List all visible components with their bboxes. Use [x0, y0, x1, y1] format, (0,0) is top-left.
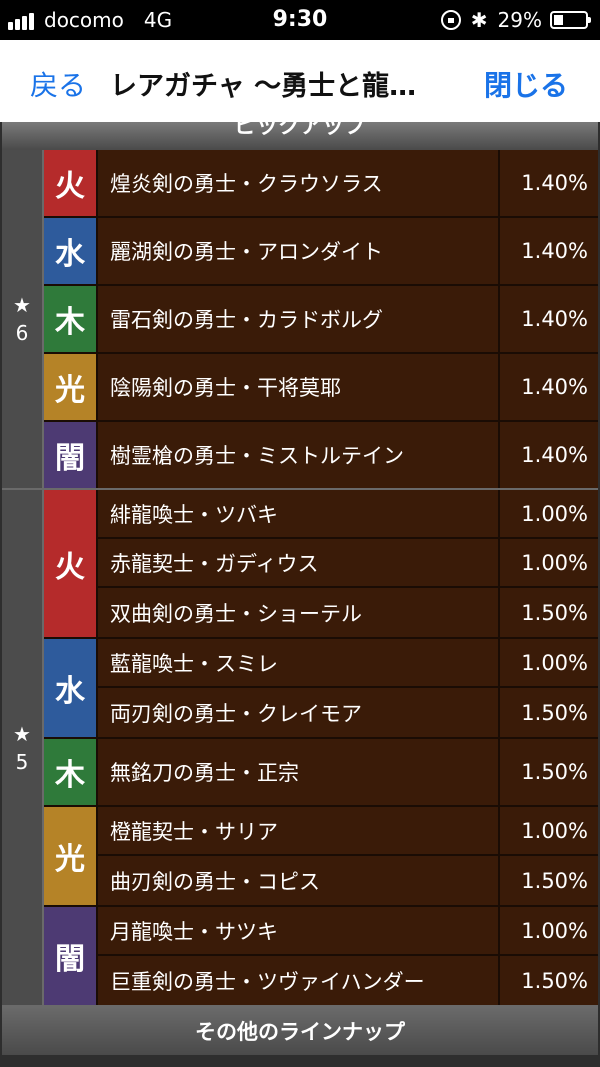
status-bar: docomo 4G 9:30 ✱ 29%	[0, 0, 600, 40]
monster-rows: 陰陽剣の勇士・干将莫耶 1.40%	[98, 354, 598, 420]
rarity-5-groups: 火緋龍喚士・ツバキ 1.00% 赤龍契士・ガディウス 1.00% 双曲剣の勇士・ショーテ…	[44, 490, 598, 1005]
monster-name: 樹霊槍の勇士・ミストルテイン	[98, 422, 500, 488]
element-badge-light: 光	[44, 807, 98, 905]
table-row[interactable]: 両刃剣の勇士・クレイモア 1.50%	[98, 688, 598, 737]
drop-rate: 1.00%	[521, 501, 588, 526]
table-row[interactable]: 雷石剣の勇士・カラドボルグ 1.40%	[98, 286, 598, 352]
page-title: レアガチャ 〜勇士と龍…	[110, 71, 417, 102]
drop-rate: 1.40%	[521, 375, 588, 399]
monster-name: 赤龍契士・ガディウス	[98, 539, 500, 586]
element-group-dark: 闇樹霊槍の勇士・ミストルテイン 1.40%	[44, 422, 598, 488]
element-group-light: 光陰陽剣の勇士・干将莫耶 1.40%	[44, 354, 598, 422]
element-group-fire: 火煌炎剣の勇士・クラウソラス 1.40%	[44, 150, 598, 218]
rarity-5-block: ★ 5 火緋龍喚士・ツバキ 1.00% 赤龍契士・ガディウス 1.00% 双曲剣の勇士・…	[2, 490, 598, 1007]
rotation-lock-icon	[440, 10, 461, 30]
monster-name: 巨重剣の勇士・ツヴァイハンダー	[98, 956, 500, 1005]
drop-rate: 1.00%	[521, 650, 588, 675]
drop-rate: 1.50%	[521, 600, 588, 625]
element-group-fire: 火緋龍喚士・ツバキ 1.00% 赤龍契士・ガディウス 1.00% 双曲剣の勇士・ショーテ…	[44, 490, 598, 639]
drop-rate: 1.40%	[521, 239, 588, 263]
monster-name: 陰陽剣の勇士・干将莫耶	[98, 354, 500, 420]
element-group-wood: 木雷石剣の勇士・カラドボルグ 1.40%	[44, 286, 598, 354]
element-badge-water: 水	[44, 218, 98, 284]
table-row[interactable]: 麗湖剣の勇士・アロンダイト 1.40%	[98, 218, 598, 284]
monster-name: 月龍喚士・サツキ	[98, 907, 500, 954]
table-row[interactable]: 無銘刀の勇士・正宗 1.50%	[98, 739, 598, 805]
drop-rate: 1.40%	[521, 443, 588, 467]
element-badge-fire: 火	[44, 150, 98, 216]
rarity-level: 6	[15, 321, 29, 345]
close-button[interactable]: 閉じる	[484, 64, 568, 104]
table-row[interactable]: 陰陽剣の勇士・干将莫耶 1.40%	[98, 354, 598, 420]
element-group-light: 光橙龍契士・サリア 1.00% 曲刃剣の勇士・コピス 1.50%	[44, 807, 598, 907]
drop-rate: 1.40%	[521, 171, 588, 195]
table-row[interactable]: 樹霊槍の勇士・ミストルテイン 1.40%	[98, 422, 598, 488]
monster-rows: 緋龍喚士・ツバキ 1.00% 赤龍契士・ガディウス 1.00% 双曲剣の勇士・ショーテル…	[98, 490, 598, 637]
back-button[interactable]: 戻る	[30, 64, 86, 104]
element-badge-wood: 木	[44, 286, 98, 352]
table-row[interactable]: 緋龍喚士・ツバキ 1.00%	[98, 490, 598, 539]
table-row[interactable]: 双曲剣の勇士・ショーテル 1.50%	[98, 588, 598, 637]
rarity-6-label: ★ 6	[2, 150, 44, 488]
monster-name: 麗湖剣の勇士・アロンダイト	[98, 218, 500, 284]
drop-rate: 1.50%	[521, 868, 588, 893]
drop-rate: 1.00%	[521, 918, 588, 943]
element-badge-fire: 火	[44, 490, 98, 637]
monster-name: 橙龍契士・サリア	[98, 807, 500, 854]
monster-name: 雷石剣の勇士・カラドボルグ	[98, 286, 500, 352]
rarity-star-icon: ★	[13, 721, 31, 746]
battery-icon	[550, 11, 591, 29]
drop-rate: 1.00%	[521, 550, 588, 575]
monster-name: 無銘刀の勇士・正宗	[98, 739, 500, 805]
table-row[interactable]: 曲刃剣の勇士・コピス 1.50%	[98, 856, 598, 905]
table-row[interactable]: 煌炎剣の勇士・クラウソラス 1.40%	[98, 150, 598, 216]
monster-name: 藍龍喚士・スミレ	[98, 639, 500, 686]
drop-rate: 1.50%	[521, 700, 588, 725]
battery-percent: 29%	[497, 8, 542, 32]
rarity-6-groups: 火煌炎剣の勇士・クラウソラス 1.40% 水麗湖剣の勇士・アロンダイト 1.40% 木雷…	[44, 150, 598, 488]
rarity-level: 5	[15, 749, 29, 774]
gacha-rate-content[interactable]: ピックアップ ★ 6 火煌炎剣の勇士・クラウソラス 1.40% 水麗湖剣の勇士・アロ…	[0, 122, 600, 1067]
bluetooth-icon: ✱	[470, 8, 488, 32]
table-row[interactable]: 藍龍喚士・スミレ 1.00%	[98, 639, 598, 688]
element-badge-wood: 木	[44, 739, 98, 805]
element-group-wood: 木無銘刀の勇士・正宗 1.50%	[44, 739, 598, 807]
monster-name: 緋龍喚士・ツバキ	[98, 490, 500, 537]
drop-rate: 1.00%	[521, 818, 588, 843]
rarity-star-icon: ★	[13, 293, 31, 317]
monster-rows: 煌炎剣の勇士・クラウソラス 1.40%	[98, 150, 598, 216]
element-badge-dark: 闇	[44, 422, 98, 488]
table-row[interactable]: 巨重剣の勇士・ツヴァイハンダー 1.50%	[98, 956, 598, 1005]
monster-rows: 雷石剣の勇士・カラドボルグ 1.40%	[98, 286, 598, 352]
monster-rows: 麗湖剣の勇士・アロンダイト 1.40%	[98, 218, 598, 284]
monster-rows: 無銘刀の勇士・正宗 1.50%	[98, 739, 598, 805]
element-group-water: 水藍龍喚士・スミレ 1.00% 両刃剣の勇士・クレイモア 1.50%	[44, 639, 598, 739]
drop-rate: 1.40%	[521, 307, 588, 331]
element-group-dark: 闇月龍喚士・サツキ 1.00% 巨重剣の勇士・ツヴァイハンダー 1.50%	[44, 907, 598, 1005]
status-right: ✱ 29%	[440, 8, 591, 32]
navigation-bar: 戻る レアガチャ 〜勇士と龍… 閉じる	[0, 40, 600, 122]
monster-name: 双曲剣の勇士・ショーテル	[98, 588, 500, 637]
element-badge-dark: 闇	[44, 907, 98, 1005]
rarity-6-block: ★ 6 火煌炎剣の勇士・クラウソラス 1.40% 水麗湖剣の勇士・アロンダイト 1.4…	[2, 150, 598, 490]
table-row[interactable]: 月龍喚士・サツキ 1.00%	[98, 907, 598, 956]
element-badge-water: 水	[44, 639, 98, 737]
table-row[interactable]: 赤龍契士・ガディウス 1.00%	[98, 539, 598, 588]
other-lineup-header[interactable]: その他のラインナップ	[2, 1007, 598, 1055]
drop-rate: 1.50%	[521, 760, 588, 784]
monster-rows: 藍龍喚士・スミレ 1.00% 両刃剣の勇士・クレイモア 1.50%	[98, 639, 598, 737]
table-row[interactable]: 橙龍契士・サリア 1.00%	[98, 807, 598, 856]
monster-rows: 橙龍契士・サリア 1.00% 曲刃剣の勇士・コピス 1.50%	[98, 807, 598, 905]
monster-name: 両刃剣の勇士・クレイモア	[98, 688, 500, 737]
monster-rows: 樹霊槍の勇士・ミストルテイン 1.40%	[98, 422, 598, 488]
rate-table: ★ 6 火煌炎剣の勇士・クラウソラス 1.40% 水麗湖剣の勇士・アロンダイト 1.4…	[2, 150, 598, 1007]
monster-name: 曲刃剣の勇士・コピス	[98, 856, 500, 905]
pickup-header: ピックアップ	[2, 122, 598, 150]
element-badge-light: 光	[44, 354, 98, 420]
drop-rate: 1.50%	[521, 968, 588, 993]
element-group-water: 水麗湖剣の勇士・アロンダイト 1.40%	[44, 218, 598, 286]
monster-rows: 月龍喚士・サツキ 1.00% 巨重剣の勇士・ツヴァイハンダー 1.50%	[98, 907, 598, 1005]
rarity-5-label: ★ 5	[2, 490, 44, 1005]
monster-name: 煌炎剣の勇士・クラウソラス	[98, 150, 500, 216]
